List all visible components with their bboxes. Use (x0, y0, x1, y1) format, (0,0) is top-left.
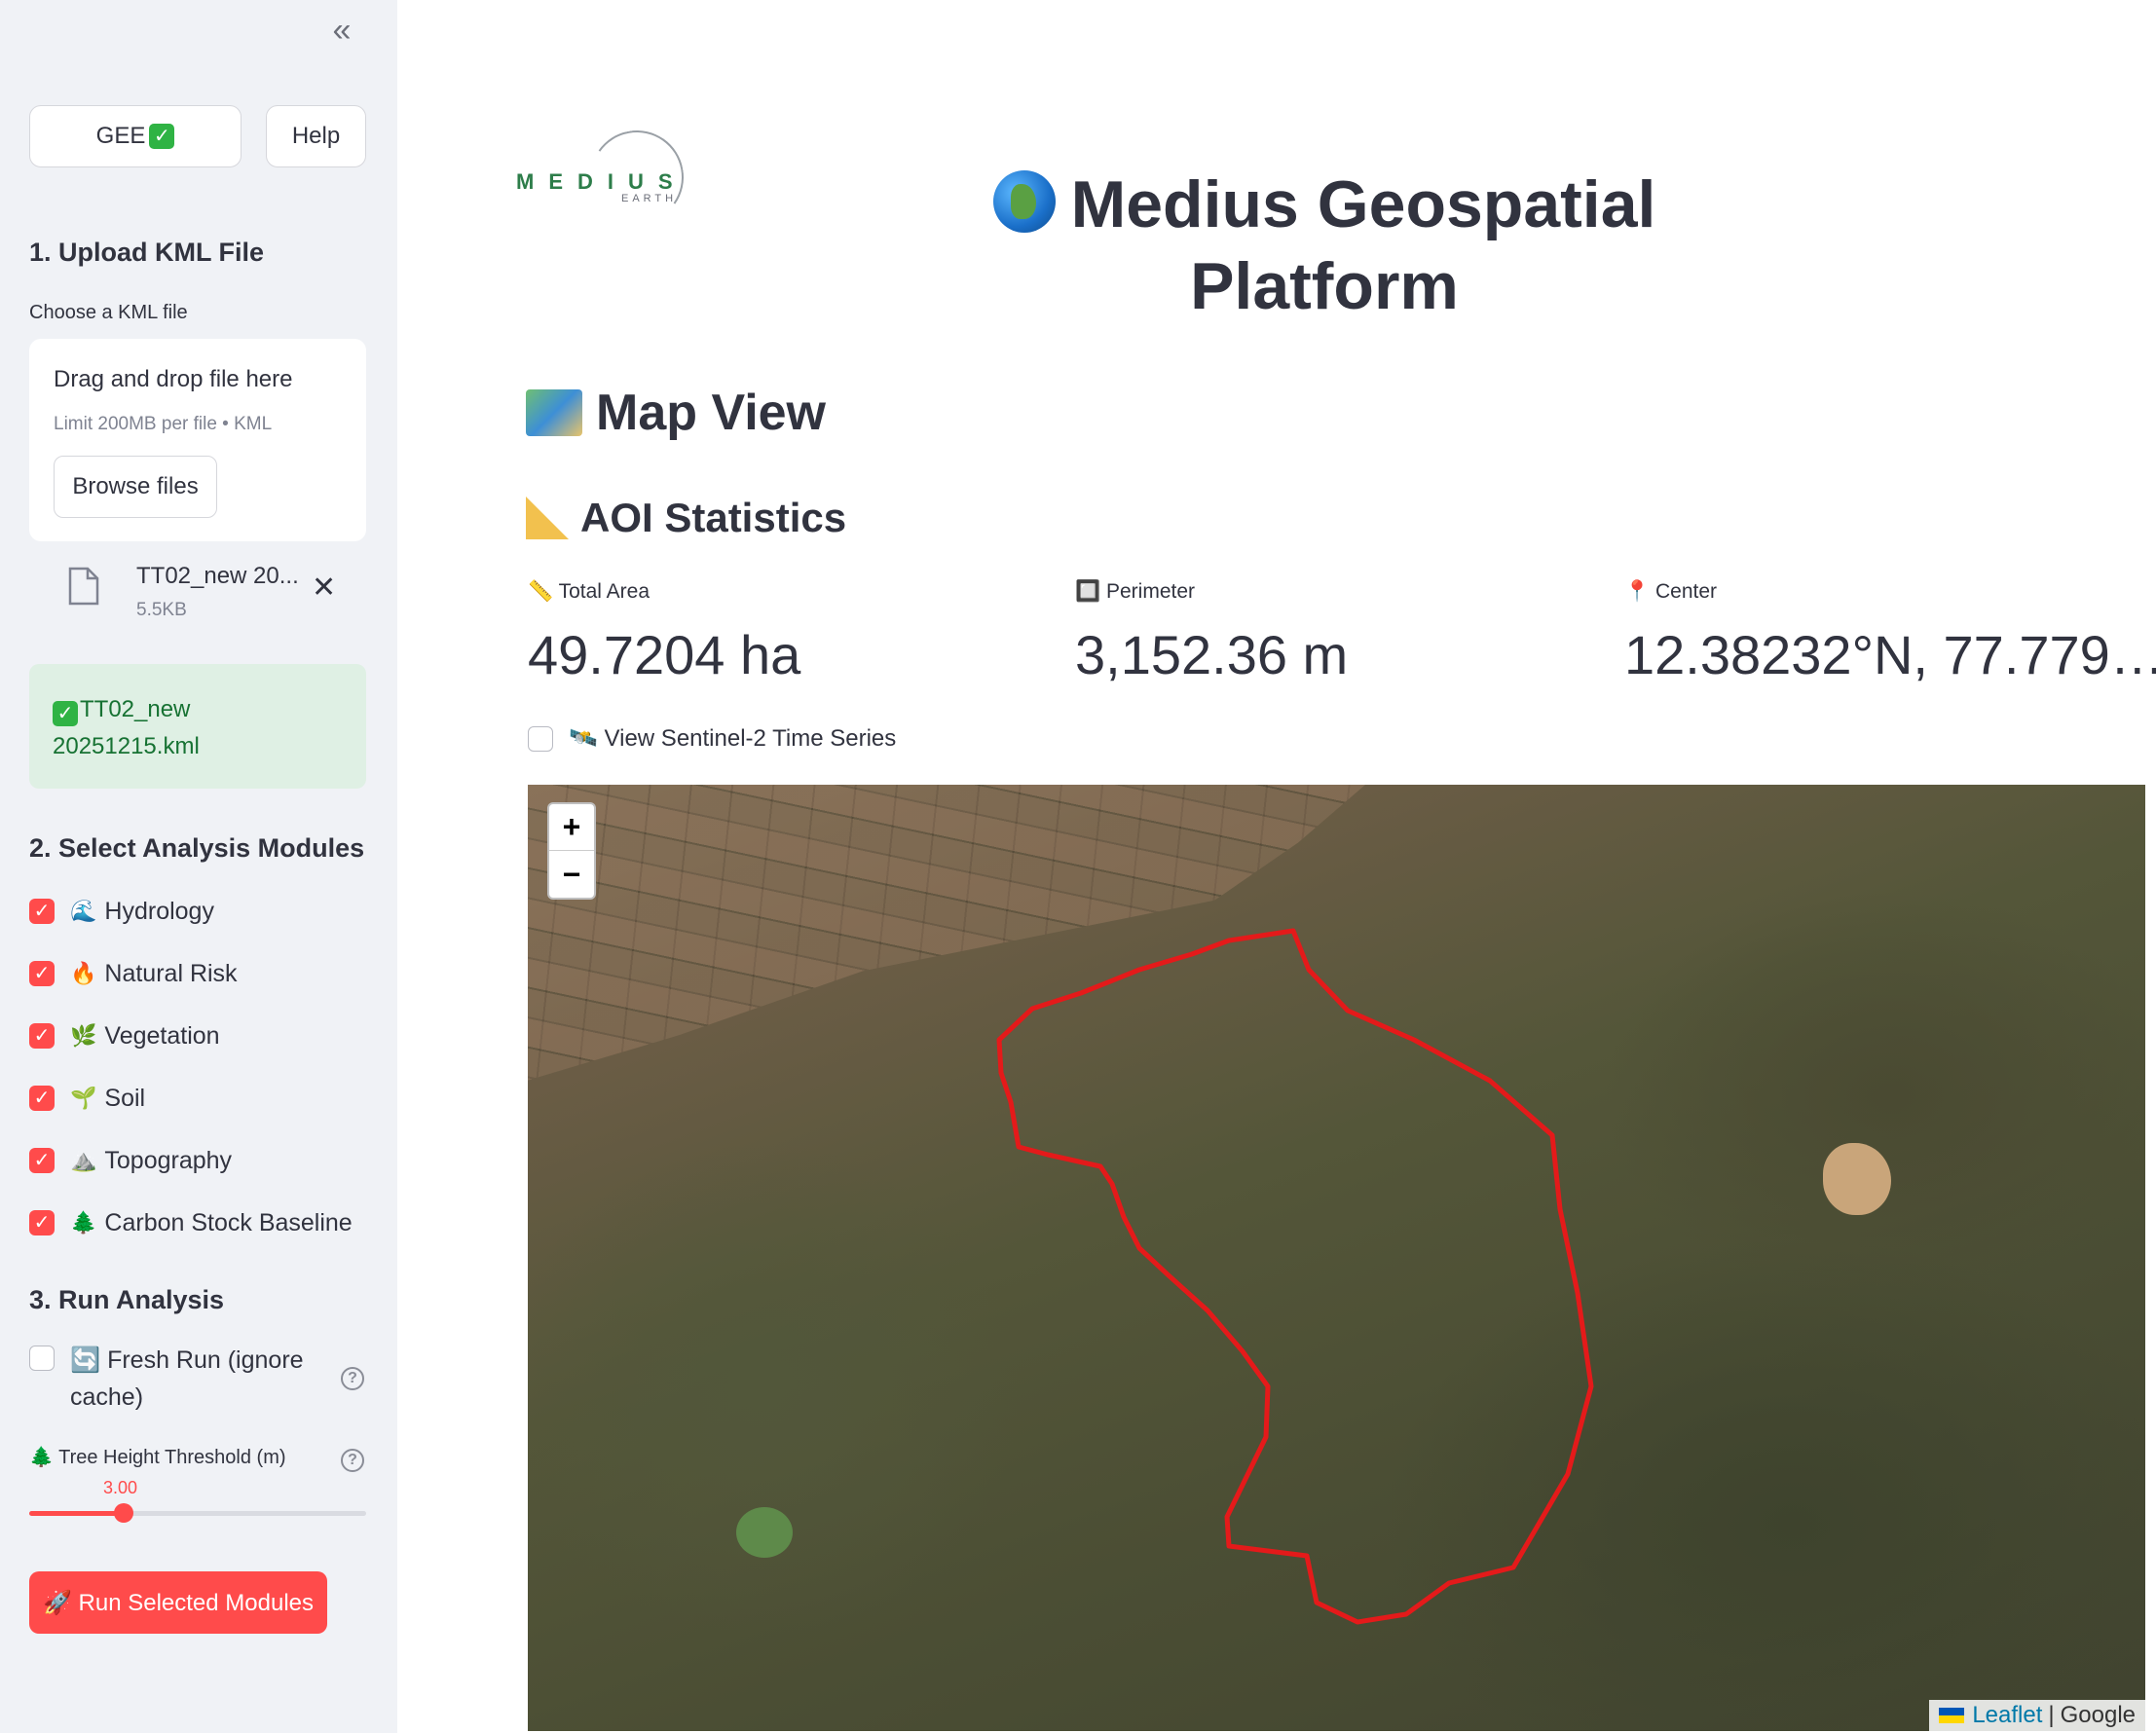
module-carbon-stock[interactable]: ✓ 🌲 Carbon Stock Baseline (29, 1203, 353, 1242)
metric-total-area: 📏 Total Area 49.7204 ha (528, 580, 800, 686)
aoi-heading-text: AOI Statistics (580, 495, 847, 540)
ukraine-flag-icon (1939, 1708, 1965, 1723)
module-label: Vegetation (104, 1021, 220, 1050)
modules-heading: 2. Select Analysis Modules (29, 833, 365, 863)
module-soil[interactable]: ✓ 🌱 Soil (29, 1079, 145, 1118)
attribution-separator: | (2048, 1702, 2055, 1728)
metric-label: 📏 Total Area (528, 580, 650, 603)
page-title-text: Medius Geospatial Platform (1070, 167, 1656, 323)
metric-perimeter: 🔲 Perimeter 3,152.36 m (1075, 580, 1348, 686)
file-name: TT02_new 20... (136, 563, 299, 589)
world-map-icon (526, 389, 582, 436)
seedling-icon: 🌱 (70, 1086, 97, 1110)
metric-value: 3,152.36 m (1075, 624, 1349, 685)
module-label: Carbon Stock Baseline (104, 1208, 353, 1236)
globe-icon (992, 170, 1056, 233)
aoi-statistics-heading: AOI Statistics (526, 495, 846, 541)
check-icon: ✓ (149, 124, 175, 149)
logo-subtext: EARTH (621, 193, 678, 204)
metric-center: 📍 Center 12.38232°N, 77.779… (1624, 580, 2156, 686)
module-hydrology[interactable]: ✓ 🌊 Hydrology (29, 892, 214, 931)
tree-icon: 🌲 (70, 1210, 97, 1235)
help-icon[interactable]: ? (341, 1449, 364, 1472)
herb-icon: 🌿 (70, 1023, 97, 1048)
aoi-boundary[interactable] (996, 928, 1594, 1625)
aoi-polygon[interactable] (528, 785, 2145, 1731)
checkbox-checked-icon[interactable]: ✓ (29, 961, 55, 986)
medius-earth-logo: MEDIUS EARTH (516, 123, 691, 232)
checkbox-checked-icon[interactable]: ✓ (29, 1023, 55, 1049)
uploaded-file-row: TT02_new 20... 5.5KB ✕ (29, 557, 366, 631)
module-label: Hydrology (104, 897, 214, 925)
metric-value: 12.38232°N, 77.779… (1624, 624, 2156, 685)
upload-success-alert: ✓ TT02_new 20251215.kml (29, 664, 366, 789)
upload-heading: 1. Upload KML File (29, 238, 265, 267)
tree-height-slider[interactable] (29, 1503, 366, 1523)
satellite-map[interactable]: + − Leaflet | Google (528, 785, 2145, 1731)
dropzone-title: Drag and drop file here (54, 366, 293, 392)
triangular-ruler-icon (526, 497, 569, 539)
file-icon (68, 567, 99, 606)
checkbox-checked-icon[interactable]: ✓ (29, 1148, 55, 1173)
tree-height-label: 🌲 Tree Height Threshold (m) (29, 1447, 286, 1468)
metric-value: 49.7204 ha (528, 624, 801, 685)
google-attribution: Google (2060, 1702, 2136, 1728)
sentinel-time-series-toggle[interactable]: 🛰️ View Sentinel-2 Time Series (528, 724, 896, 753)
sentinel-label: 🛰️ View Sentinel-2 Time Series (569, 725, 897, 752)
browse-files-button[interactable]: Browse files (54, 456, 217, 518)
sidebar: « GEE ✓ Help 1. Upload KML File Choose a… (0, 0, 397, 1733)
checkbox-checked-icon[interactable]: ✓ (29, 899, 55, 924)
help-icon[interactable]: ? (341, 1367, 364, 1390)
fire-icon: 🔥 (70, 961, 97, 985)
checkbox-checked-icon[interactable]: ✓ (29, 1210, 55, 1235)
page-title: Medius Geospatial Platform (974, 164, 1675, 327)
zoom-in-button[interactable]: + (549, 804, 594, 851)
map-view-heading-text: Map View (596, 385, 827, 441)
wave-icon: 🌊 (70, 899, 97, 923)
checkbox-unchecked-icon[interactable] (29, 1346, 55, 1371)
run-heading: 3. Run Analysis (29, 1285, 225, 1314)
module-vegetation[interactable]: ✓ 🌿 Vegetation (29, 1016, 220, 1055)
close-icon[interactable]: ✕ (312, 571, 336, 605)
leaflet-link[interactable]: Leaflet (1972, 1702, 2042, 1729)
tree-height-value: 3.00 (103, 1478, 138, 1497)
module-topography[interactable]: ✓ ⛰️ Topography (29, 1141, 232, 1180)
logo-text: MEDIUS (516, 169, 688, 194)
map-view-heading: Map View (526, 384, 826, 442)
checkbox-checked-icon[interactable]: ✓ (29, 1086, 55, 1111)
slider-fill (29, 1511, 124, 1516)
choose-file-label: Choose a KML file (29, 302, 188, 323)
help-button[interactable]: Help (266, 105, 366, 167)
module-label: Soil (104, 1084, 146, 1112)
run-selected-modules-button[interactable]: 🚀 Run Selected Modules (29, 1571, 327, 1634)
checkbox-unchecked-icon[interactable] (528, 725, 553, 752)
check-icon: ✓ (53, 701, 78, 726)
file-size: 5.5KB (136, 600, 187, 620)
slider-thumb[interactable] (113, 1503, 133, 1523)
mountain-icon: ⛰️ (70, 1148, 97, 1172)
zoom-control: + − (547, 802, 596, 900)
gee-label: GEE (95, 123, 146, 149)
module-label: Topography (104, 1146, 233, 1174)
module-natural-risk[interactable]: ✓ 🔥 Natural Risk (29, 954, 238, 993)
map-attribution: Leaflet | Google (1929, 1700, 2145, 1731)
gee-button[interactable]: GEE ✓ (29, 105, 242, 167)
zoom-out-button[interactable]: − (549, 851, 594, 898)
file-dropzone[interactable]: Drag and drop file here Limit 200MB per … (29, 339, 366, 541)
collapse-sidebar-icon[interactable]: « (325, 14, 358, 49)
fresh-run-label: 🔄 Fresh Run (ignore cache) (70, 1346, 304, 1411)
metric-label: 🔲 Perimeter (1075, 580, 1196, 603)
dropzone-limit: Limit 200MB per file • KML (54, 414, 273, 434)
module-label: Natural Risk (104, 959, 238, 987)
metric-label: 📍 Center (1624, 580, 1718, 603)
